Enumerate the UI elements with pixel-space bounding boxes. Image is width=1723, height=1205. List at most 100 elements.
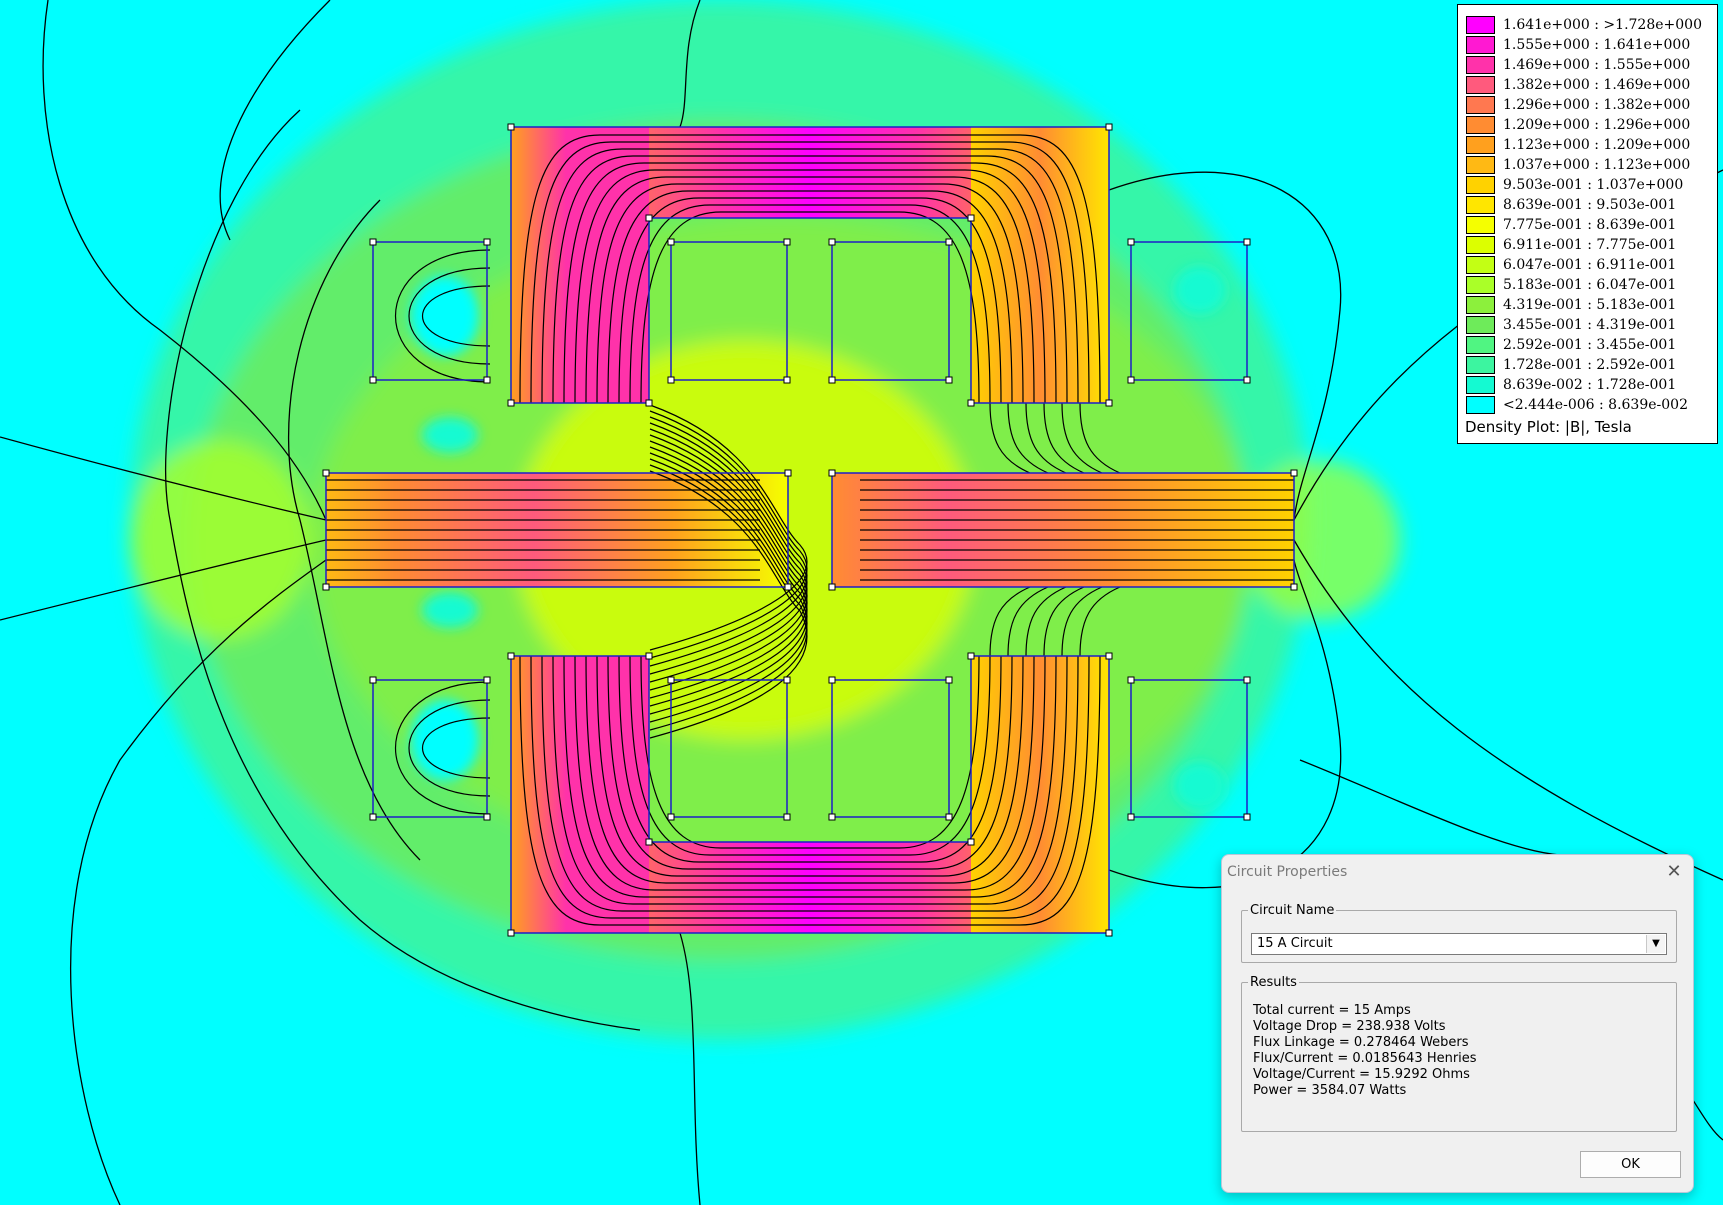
legend-swatch (1466, 196, 1495, 214)
legend-item: 8.639e-001 : 9.503e-001 (1466, 195, 1676, 215)
chevron-down-icon[interactable]: ▼ (1646, 935, 1665, 953)
legend-swatch (1466, 136, 1495, 154)
circuit-properties-dialog: Circuit Properties ✕ Circuit Name 15 A C… (1221, 854, 1694, 1193)
mesh-node (322, 469, 330, 477)
mesh-node (507, 123, 515, 131)
result-flux-linkage: Flux Linkage = 0.278464 Webers (1253, 1035, 1469, 1050)
legend-label: 6.911e-001 : 7.775e-001 (1503, 237, 1677, 253)
mesh-node (483, 376, 491, 384)
result-total-current: Total current = 15 Amps (1253, 1003, 1411, 1018)
legend-item: 9.503e-001 : 1.037e+000 (1466, 175, 1683, 195)
mesh-node (1243, 676, 1251, 684)
legend-swatch (1466, 216, 1495, 234)
close-icon[interactable]: ✕ (1662, 861, 1686, 885)
mesh-node (369, 813, 377, 821)
legend-swatch (1466, 176, 1495, 194)
mesh-node (784, 583, 792, 591)
mesh-node (1290, 469, 1298, 477)
legend-swatch (1466, 336, 1495, 354)
legend-label: 3.455e-001 : 4.319e-001 (1503, 317, 1677, 333)
legend-item: 1.641e+000 : >1.728e+000 (1466, 15, 1702, 35)
mesh-node (945, 238, 953, 246)
legend-label: 1.037e+000 : 1.123e+000 (1503, 157, 1691, 173)
mesh-node (945, 376, 953, 384)
legend-label: 2.592e-001 : 3.455e-001 (1503, 337, 1677, 353)
legend-swatch (1466, 76, 1495, 94)
mesh-node (1243, 238, 1251, 246)
legend-label: 1.296e+000 : 1.382e+000 (1503, 97, 1691, 113)
mesh-node (1127, 238, 1135, 246)
legend-label: 6.047e-001 : 6.911e-001 (1503, 257, 1677, 273)
mesh-node (645, 214, 653, 222)
mesh-node (1127, 676, 1135, 684)
legend-swatch (1466, 116, 1495, 134)
result-voltage-current: Voltage/Current = 15.9292 Ohms (1253, 1067, 1470, 1082)
legend-swatch (1466, 376, 1495, 394)
legend-swatch (1466, 256, 1495, 274)
legend-swatch (1466, 356, 1495, 374)
mesh-node (667, 676, 675, 684)
mesh-node (322, 583, 330, 591)
legend-label: 1.382e+000 : 1.469e+000 (1503, 77, 1691, 93)
mesh-node (828, 813, 836, 821)
legend-item: 3.455e-001 : 4.319e-001 (1466, 315, 1676, 335)
legend-label: 9.503e-001 : 1.037e+000 (1503, 177, 1684, 193)
mesh-node (783, 238, 791, 246)
mesh-node (828, 469, 836, 477)
legend-label: 7.775e-001 : 8.639e-001 (1503, 217, 1677, 233)
mesh-node (1127, 376, 1135, 384)
legend-label: 8.639e-001 : 9.503e-001 (1503, 197, 1677, 213)
legend-label: 8.639e-002 : 1.728e-001 (1503, 377, 1677, 393)
mesh-node (1243, 813, 1251, 821)
ok-button[interactable]: OK (1580, 1151, 1681, 1178)
legend-item: 8.639e-002 : 1.728e-001 (1466, 375, 1676, 395)
legend-item: 1.296e+000 : 1.382e+000 (1466, 95, 1690, 115)
mesh-node (945, 676, 953, 684)
legend-item: 1.382e+000 : 1.469e+000 (1466, 75, 1690, 95)
mesh-node (507, 399, 515, 407)
mesh-node (967, 399, 975, 407)
mesh-node (369, 376, 377, 384)
mesh-node (1127, 813, 1135, 821)
mesh-node (828, 376, 836, 384)
legend-item: 1.037e+000 : 1.123e+000 (1466, 155, 1690, 175)
mesh-node (667, 376, 675, 384)
legend-item: 4.319e-001 : 5.183e-001 (1466, 295, 1676, 315)
circuit-name-value: 15 A Circuit (1257, 936, 1333, 951)
mesh-node (1105, 929, 1113, 937)
legend-label: 1.123e+000 : 1.209e+000 (1503, 137, 1691, 153)
mesh-node (828, 238, 836, 246)
mesh-node (645, 399, 653, 407)
legend-swatch (1466, 56, 1495, 74)
legend-label: 1.728e-001 : 2.592e-001 (1503, 357, 1677, 373)
results-label: Results (1250, 975, 1297, 990)
legend-item: 1.123e+000 : 1.209e+000 (1466, 135, 1690, 155)
mesh-node (369, 238, 377, 246)
mesh-node (967, 652, 975, 660)
legend-label: 1.555e+000 : 1.641e+000 (1503, 37, 1691, 53)
legend-swatch (1466, 296, 1495, 314)
mesh-node (1105, 123, 1113, 131)
mesh-node (507, 652, 515, 660)
legend-item: 1.209e+000 : 1.296e+000 (1466, 115, 1690, 135)
legend-label: 1.641e+000 : >1.728e+000 (1503, 17, 1702, 33)
mesh-node (783, 376, 791, 384)
mesh-node (783, 676, 791, 684)
result-voltage-drop: Voltage Drop = 238.938 Volts (1253, 1019, 1446, 1034)
mesh-node (483, 238, 491, 246)
mesh-node (967, 214, 975, 222)
legend-label: 5.183e-001 : 6.047e-001 (1503, 277, 1677, 293)
legend-item: 6.047e-001 : 6.911e-001 (1466, 255, 1676, 275)
mesh-node (1105, 399, 1113, 407)
legend-item: <2.444e-006 : 8.639e-002 (1466, 395, 1688, 415)
legend-swatch (1466, 276, 1495, 294)
circuit-name-select[interactable]: 15 A Circuit ▼ (1251, 933, 1667, 955)
legend-label: <2.444e-006 : 8.639e-002 (1503, 397, 1688, 413)
legend-item: 2.592e-001 : 3.455e-001 (1466, 335, 1676, 355)
legend-caption: Density Plot: |B|, Tesla (1465, 418, 1632, 436)
dialog-title: Circuit Properties (1227, 864, 1348, 880)
legend-swatch (1466, 16, 1495, 34)
legend-item: 1.728e-001 : 2.592e-001 (1466, 355, 1676, 375)
legend-item: 7.775e-001 : 8.639e-001 (1466, 215, 1676, 235)
legend-item: 5.183e-001 : 6.047e-001 (1466, 275, 1676, 295)
